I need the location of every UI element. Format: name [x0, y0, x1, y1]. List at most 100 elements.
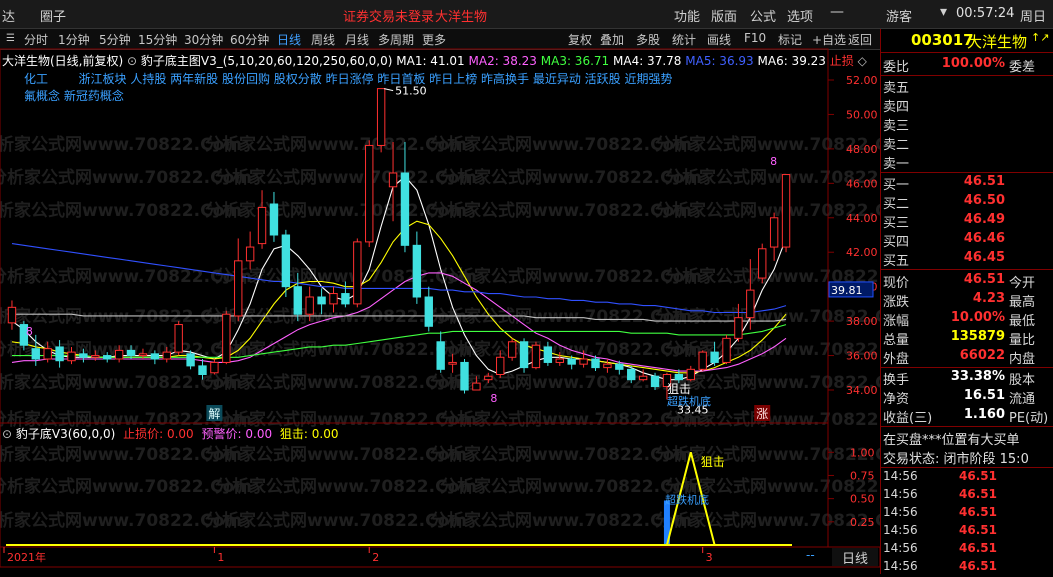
- candle-body-down: [436, 341, 445, 370]
- ma-line-ma3: [11, 272, 787, 372]
- candle-body-down: [400, 172, 410, 246]
- tick-time: 14:56: [883, 487, 918, 501]
- stat-volume-label: 总量: [883, 333, 910, 348]
- bid-row: 买一 46.51: [883, 174, 1053, 193]
- candle-body-down: [460, 361, 469, 391]
- tick-row: 14:56 46.51: [883, 523, 1053, 541]
- ask-row: 卖三: [883, 115, 1053, 134]
- bottom-dash[interactable]: --: [806, 548, 826, 566]
- quote-panel: 003017 大洋生物 ↑↗ 委比 100.00% 委差 卖五 卖四 卖三 卖二…: [880, 29, 1053, 574]
- candle-body-up: [472, 382, 481, 391]
- candle-body-down: [150, 353, 160, 360]
- candle-body-up: [722, 337, 731, 363]
- stock-name: 大洋生物: [967, 33, 1028, 51]
- ask-row: 卖二: [883, 134, 1053, 153]
- sub-stop-loss: 止损价: 0.00: [123, 427, 194, 441]
- candle-body-up: [210, 361, 219, 374]
- y-axis-tick-label: 34.00: [846, 384, 878, 397]
- candle-body-up: [448, 361, 457, 365]
- y-axis-tick-label: 46.00: [846, 177, 878, 190]
- stat-row: 总量 135879 量比: [883, 329, 1053, 348]
- candle-body-down: [79, 353, 88, 358]
- stat-outer-value: 66022: [959, 348, 1005, 363]
- stat-netasset-value: 16.51: [963, 388, 1005, 403]
- candle-body-down: [615, 363, 624, 370]
- candle-body-down: [198, 365, 207, 375]
- ma-line-ma6: [12, 313, 787, 322]
- stat-turnover-value: 33.38%: [950, 369, 1005, 384]
- tick-price: 46.51: [959, 487, 997, 501]
- stat-volume-value: 135879: [950, 329, 1005, 344]
- high-annotation-pointer: [384, 88, 394, 92]
- candle-body-up: [67, 351, 76, 362]
- candle-body-down: [281, 234, 291, 288]
- bid2-label: 买二: [883, 197, 910, 212]
- candle-body-up: [698, 351, 707, 370]
- stat-eps-label: 收益(三): [883, 411, 933, 426]
- stat-ratio-label: 量比: [1009, 333, 1036, 348]
- candle-body-down: [317, 296, 326, 305]
- candle-body-up: [329, 293, 338, 305]
- dropdown-icon[interactable]: ▾: [940, 4, 947, 20]
- candle-body-up: [507, 341, 517, 358]
- weicha-label: 委差: [1009, 60, 1036, 75]
- bid4-price: 46.46: [963, 231, 1005, 246]
- stat-row: 现价 46.51 今开: [883, 272, 1053, 291]
- rebound-annotation: 超跌机底: [667, 394, 711, 408]
- ask2-label: 卖二: [883, 138, 910, 153]
- stat-inner-label: 内盘: [1009, 352, 1036, 367]
- candle-body-down: [126, 349, 136, 357]
- stat-eps-value: 1.160: [963, 407, 1005, 422]
- weibi-value: 100.00%: [941, 56, 1005, 71]
- tick-price: 46.51: [959, 541, 997, 555]
- candle-body-up: [7, 306, 17, 324]
- sub-indicator-icon[interactable]: ⊙: [2, 427, 12, 441]
- sub-indicator-name[interactable]: 豹子底V3(60,0,0): [16, 427, 115, 441]
- signal-8-annotation: 8: [490, 392, 497, 405]
- bottom-tab-daily[interactable]: 日线: [832, 548, 878, 567]
- candle-body-up: [781, 174, 791, 248]
- sub-chart-header: ⊙ 豹子底V3(60,0,0) 止损价: 0.00 预警价: 0.00 狙击: …: [2, 425, 339, 442]
- candle-body-down: [103, 355, 112, 360]
- candle-body-down: [591, 358, 600, 369]
- candle-body-up: [555, 358, 564, 363]
- candle-body-up: [531, 344, 541, 369]
- divider: [881, 75, 1053, 76]
- candle-body-down: [674, 374, 684, 381]
- stat-row: 涨跌 4.23 最高: [883, 291, 1053, 310]
- divider: [881, 172, 1053, 173]
- bid-row: 买三 46.49: [883, 212, 1053, 231]
- candle-body-up: [245, 246, 255, 262]
- expand-icon[interactable]: ↑↗: [1031, 31, 1049, 44]
- stat-price-label: 现价: [883, 276, 910, 291]
- kline-chart[interactable]: 52.0050.0048.0046.0044.0042.0040.0038.00…: [0, 0, 880, 574]
- stat-open-label: 今开: [1009, 276, 1036, 291]
- bid3-price: 46.49: [963, 212, 1005, 227]
- user-label[interactable]: 游客: [886, 6, 912, 25]
- sub-rebound-label: 超跌机底: [665, 492, 709, 506]
- trade-status: 交易状态: 闭市阶段 15:0: [883, 452, 1029, 467]
- divider: [881, 269, 1053, 270]
- stat-price-value: 46.51: [963, 272, 1005, 287]
- tick-price: 46.51: [959, 505, 997, 519]
- stat-change-value: 4.23: [972, 291, 1005, 306]
- candle-body-up: [746, 289, 755, 319]
- stat-pct-label: 涨幅: [883, 314, 910, 329]
- tick-time: 14:56: [883, 541, 918, 555]
- jie-badge-label: 解: [208, 407, 220, 421]
- y-axis-tick-label: 48.00: [846, 143, 878, 156]
- stat-shares-label: 股本: [1009, 373, 1036, 388]
- tick-row: 14:56 46.51: [883, 469, 1053, 487]
- candle-body-down: [424, 296, 433, 327]
- divider: [881, 426, 1053, 427]
- time-axis-label: 2: [372, 551, 379, 564]
- tick-time: 14:56: [883, 523, 918, 537]
- candle-body-up: [484, 375, 493, 381]
- stock-code: 003017: [911, 31, 974, 49]
- ask3-label: 卖三: [883, 119, 910, 134]
- ask-row: 卖一: [883, 153, 1053, 172]
- sub-sniper-label: 狙击: [701, 455, 725, 469]
- candle-body-up: [603, 363, 612, 369]
- candle-body-up: [234, 260, 243, 317]
- clock-time: 00:57:24: [956, 6, 1015, 21]
